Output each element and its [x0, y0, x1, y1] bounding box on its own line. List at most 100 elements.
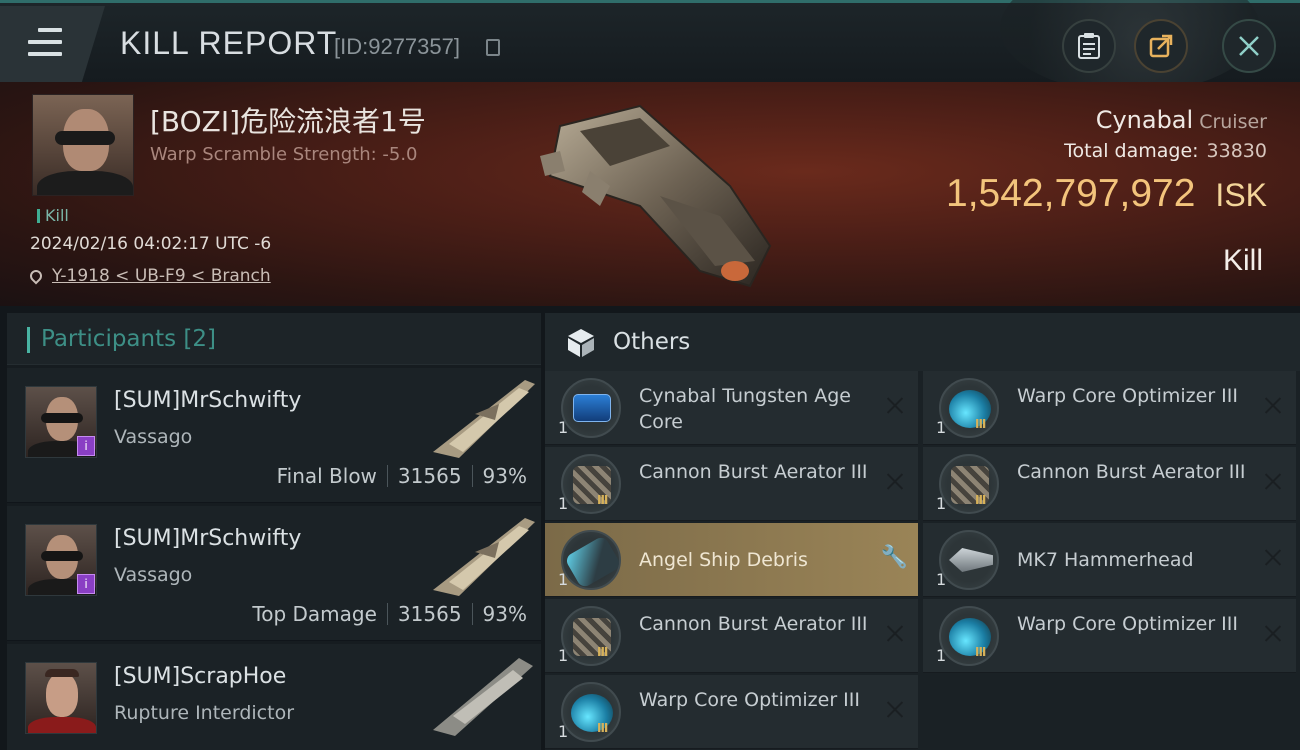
others-panel: Others 1 Cynabal Tungsten Age Core III 1… [545, 313, 1300, 750]
hamburger-icon [28, 28, 62, 56]
victim-ship-name[interactable]: Cynabal Cruiser [1096, 106, 1267, 134]
item-card[interactable]: III 1 Warp Core Optimizer III [923, 371, 1296, 445]
item-name: Warp Core Optimizer III [1017, 385, 1238, 407]
participant-ship: Vassago [114, 564, 193, 586]
tier-badge: III [597, 493, 608, 507]
page-title: KILL REPORT [120, 25, 338, 61]
kill-timestamp: 2024/02/16 04:02:17 UTC -6 [30, 234, 272, 254]
participant-ship: Vassago [114, 426, 193, 448]
isk-value: 1,542,797,972 ISK [946, 172, 1267, 216]
participant-row[interactable]: [SUM]ScrapHoe Rupture Interdictor [7, 644, 541, 750]
participant-name: [SUM]ScrapHoe [114, 664, 287, 689]
item-qty: 1 [558, 494, 569, 513]
item-qty: 1 [936, 494, 947, 513]
item-card[interactable]: III 1 Cannon Burst Aerator III [545, 447, 918, 521]
item-qty: 1 [558, 418, 569, 437]
clipboard-icon [1078, 33, 1100, 59]
destroyed-icon [1264, 624, 1282, 642]
participant-row[interactable]: i [SUM]MrSchwifty Vassago Top Damage 3156… [7, 506, 541, 641]
participant-stats: Top Damage 31565 93% [252, 602, 527, 626]
tier-badge: III [597, 721, 608, 735]
item-name: Warp Core Optimizer III [1017, 613, 1238, 635]
item-card-dropped[interactable]: 1 Angel Ship Debris 🔧 [545, 523, 918, 597]
participant-row[interactable]: i [SUM]MrSchwifty Vassago Final Blow 3156… [7, 368, 541, 503]
kill-tag: Kill [37, 206, 69, 225]
core-icon [561, 378, 621, 438]
item-name: Cannon Burst Aerator III [639, 613, 868, 635]
optimizer-icon [561, 682, 621, 742]
item-qty: 1 [936, 418, 947, 437]
top-bar: KILL REPORT [ID:9277357] [0, 0, 1300, 93]
participant-role: Top Damage [252, 602, 377, 626]
report-id: [ID:9277357] [334, 34, 460, 59]
destroyed-icon [886, 624, 904, 642]
clipboard-button[interactable] [1062, 19, 1116, 73]
tier-badge: III [975, 493, 986, 507]
location-link[interactable]: Y-1918 < UB-F9 < Branch [52, 266, 271, 286]
participant-damage: 31565 [397, 464, 462, 488]
participants-header: Participants [2] [7, 313, 541, 365]
cube-icon [568, 329, 594, 357]
item-card[interactable]: III 1 Warp Core Optimizer III [923, 599, 1296, 673]
participant-avatar[interactable] [25, 662, 97, 734]
participant-ship-image [433, 658, 533, 736]
destroyed-icon [1264, 396, 1282, 414]
destroyed-icon [1264, 548, 1282, 566]
item-card[interactable]: III 1 Cannon Burst Aerator III [923, 447, 1296, 521]
item-qty: 1 [558, 646, 569, 665]
item-qty: 1 [558, 570, 569, 589]
debris-icon [561, 530, 622, 590]
participant-ship-image [433, 518, 535, 596]
kill-location[interactable]: Y-1918 < UB-F9 < Branch [27, 266, 271, 286]
destroyed-icon [886, 700, 904, 718]
optimizer-icon [939, 606, 999, 666]
victim-name[interactable]: [BOZI]危险流浪者1号 [150, 100, 426, 140]
participant-stats: Final Blow 31565 93% [277, 464, 527, 488]
participant-name: [SUM]MrSchwifty [114, 526, 302, 551]
participant-percent: 93% [482, 464, 527, 488]
item-name: Cannon Burst Aerator III [1017, 461, 1246, 483]
wrench-icon: 🔧 [880, 545, 908, 570]
tier-badge: III [975, 645, 986, 659]
share-button[interactable] [1134, 19, 1188, 73]
damage-value: 33830 [1206, 140, 1267, 162]
item-card[interactable]: 1 Cynabal Tungsten Age Core [545, 371, 918, 445]
item-qty: 1 [936, 570, 947, 589]
close-icon [1239, 36, 1259, 56]
item-name: Cynabal Tungsten Age Core [639, 385, 851, 433]
ship-name-text: Cynabal [1095, 106, 1194, 134]
others-header: Others [545, 313, 1300, 371]
warp-scramble-strength: Warp Scramble Strength: -5.0 [150, 144, 418, 165]
optimizer-icon [939, 378, 999, 438]
close-button[interactable] [1222, 19, 1276, 73]
info-badge: i [77, 574, 95, 594]
menu-button[interactable] [0, 6, 105, 82]
item-card[interactable]: 1 MK7 Hammerhead [923, 523, 1296, 597]
victim-panel: [BOZI]危险流浪者1号 Warp Scramble Strength: -5… [0, 82, 1300, 306]
copy-icon[interactable] [486, 39, 500, 56]
location-pin-icon [27, 267, 45, 285]
kill-report-screen: KILL REPORT [ID:9277357] [BOZI]危险流浪者1号 W… [0, 0, 1300, 750]
aerator-icon [939, 454, 999, 514]
info-badge: i [77, 436, 95, 456]
destroyed-icon [1264, 472, 1282, 490]
tier-badge: III [975, 417, 986, 431]
item-name: Angel Ship Debris [639, 549, 808, 571]
others-title: Others [613, 329, 691, 355]
victim-avatar[interactable] [32, 94, 134, 196]
item-name: Warp Core Optimizer III [639, 689, 860, 711]
item-qty: 1 [936, 646, 947, 665]
drone-icon [939, 530, 999, 590]
ship-class: Cruiser [1199, 111, 1267, 133]
item-card[interactable]: III 1 Cannon Burst Aerator III [545, 599, 918, 673]
participants-title: Participants [2] [41, 326, 216, 352]
isk-unit: ISK [1215, 177, 1267, 213]
participant-ship-image [433, 380, 535, 458]
isk-amount: 1,542,797,972 [946, 172, 1196, 215]
participant-name: [SUM]MrSchwifty [114, 388, 302, 413]
participant-ship: Rupture Interdictor [114, 702, 294, 724]
aerator-icon [561, 606, 621, 666]
participant-percent: 93% [482, 602, 527, 626]
item-card[interactable]: III 1 Warp Core Optimizer III [545, 675, 918, 749]
damage-label: Total damage: [1064, 140, 1199, 162]
